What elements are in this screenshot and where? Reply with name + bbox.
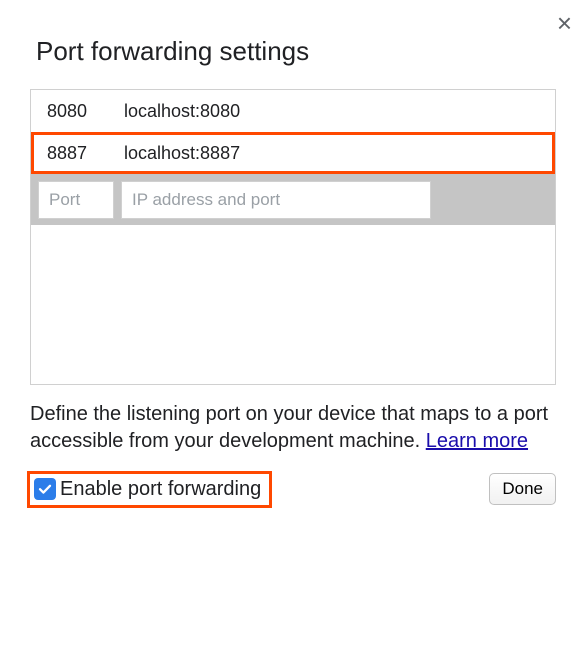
new-rule-input-row [31, 174, 555, 225]
done-button[interactable]: Done [489, 473, 556, 505]
dialog-title: Port forwarding settings [30, 36, 556, 67]
learn-more-link[interactable]: Learn more [426, 430, 528, 452]
enable-label: Enable port forwarding [60, 478, 261, 501]
close-icon[interactable]: × [557, 10, 572, 36]
port-forwarding-list: 8080 localhost:8080 8887 localhost:8887 [30, 89, 556, 385]
address-input[interactable] [121, 181, 431, 219]
port-value: 8887 [39, 143, 124, 164]
port-input[interactable] [38, 181, 114, 219]
dialog-footer: Enable port forwarding Done [30, 473, 556, 505]
port-row[interactable]: 8080 localhost:8080 [31, 90, 555, 132]
port-row[interactable]: 8887 localhost:8887 [31, 132, 555, 174]
description-text: Define the listening port on your device… [30, 401, 556, 455]
enable-port-forwarding-toggle[interactable]: Enable port forwarding [30, 474, 269, 505]
port-value: 8080 [39, 101, 124, 122]
checkbox-checked-icon [34, 478, 56, 500]
address-value: localhost:8887 [124, 143, 547, 164]
address-value: localhost:8080 [124, 101, 547, 122]
